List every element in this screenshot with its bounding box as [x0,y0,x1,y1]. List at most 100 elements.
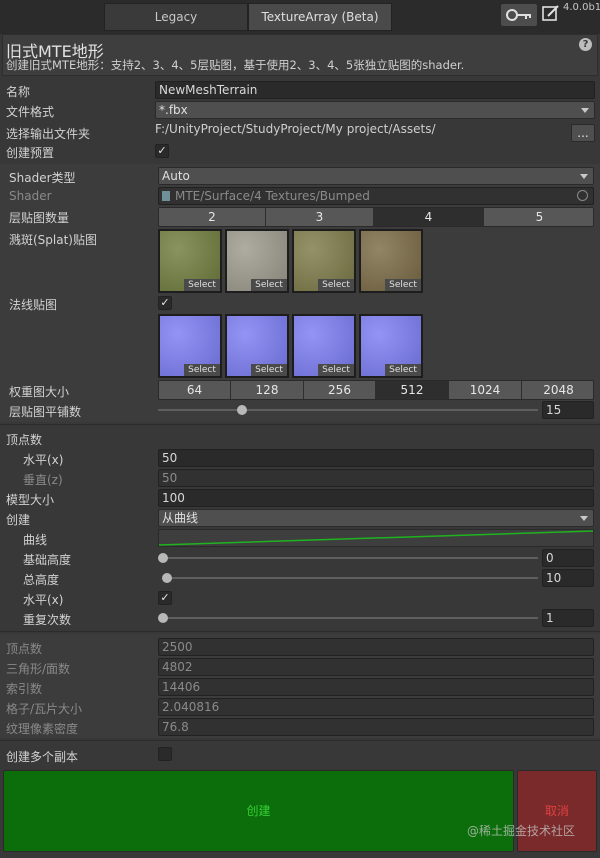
create-mode-dropdown[interactable]: 从曲线 [158,509,594,527]
chevron-down-icon [580,516,588,521]
stat-grid-label: 格子/瓦片大小 [6,702,83,716]
normal-texture-slot[interactable]: Select [158,314,222,378]
tab-texture-array[interactable]: TextureArray (Beta) [248,3,392,31]
weight-option-256[interactable]: 256 [304,381,376,399]
create-mode-value: 从曲线 [162,511,199,525]
tiling-slider-handle[interactable] [236,405,247,415]
normal-texture-slot[interactable]: Select [292,314,356,378]
output-folder-path: F:/UnityProject/StudyProject/My project/… [155,122,436,136]
repeat-slider-handle[interactable] [158,613,168,623]
divider [0,631,600,632]
page-description: 创建旧式MTE地形：支持2、3、4、5层贴图，基于使用2、3、4、5张独立贴图的… [6,58,465,72]
vertex-count-label: 顶点数 [6,433,43,447]
normal-select-button[interactable]: Select [385,364,421,376]
curve-line [158,530,594,546]
shader-type-dropdown[interactable]: Auto [158,167,594,185]
shader-file-icon [162,191,170,201]
tiling-slider-track[interactable] [158,409,538,411]
normal-map-label: 法线贴图 [9,298,58,312]
vertical-label: 垂直(z) [23,473,63,487]
normal-texture-slot[interactable]: Select [225,314,289,378]
repeat-count-input[interactable]: 1 [542,609,594,627]
model-size-label: 模型大小 [6,493,55,507]
format-label: 文件格式 [6,105,55,119]
layer-option-3[interactable]: 3 [266,208,374,226]
prefab-label: 创建预置 [6,146,55,160]
divider [0,740,600,741]
horizontal-input[interactable]: 50 [158,449,594,467]
total-height-label: 总高度 [23,573,60,587]
stat-density-value: 76.8 [158,718,594,736]
splat-select-button[interactable]: Select [385,279,421,291]
multiple-copies-checkbox[interactable] [158,747,172,761]
edit-button[interactable] [541,3,561,23]
tab-legacy[interactable]: Legacy [104,3,248,31]
watermark: @稀土掘金技术社区 [467,824,576,838]
normal-textures: Select Select Select Select [158,314,428,380]
layer-option-5[interactable]: 5 [484,208,593,226]
shader-type-value: Auto [162,169,190,183]
name-input[interactable]: NewMeshTerrain [155,81,595,99]
horizontal-flip-label: 水平(x) [23,593,64,607]
total-height-input[interactable]: 10 [542,569,594,587]
layer-option-4[interactable]: 4 [374,208,484,226]
layer-count-label: 层贴图数量 [9,211,70,225]
base-height-input[interactable]: 0 [542,549,594,567]
normal-select-button[interactable]: Select [251,364,287,376]
splat-textures: Select Select Select Select [158,229,428,295]
weight-option-128[interactable]: 128 [231,381,304,399]
normal-select-button[interactable]: Select [184,364,220,376]
shader-label: Shader [9,189,52,203]
layer-count-selector: 2 3 4 5 [158,207,594,227]
weight-option-64[interactable]: 64 [159,381,231,399]
format-dropdown[interactable]: *.fbx [155,101,595,119]
browse-button[interactable]: ... [571,124,595,142]
chevron-down-icon [581,108,589,113]
stat-vertices-value: 2500 [158,638,594,656]
divider [0,424,600,425]
normal-texture-slot[interactable]: Select [359,314,423,378]
cancel-button[interactable]: 取消 [517,770,597,852]
normal-select-button[interactable]: Select [318,364,354,376]
vertical-input: 50 [158,469,594,487]
object-picker-icon[interactable] [577,190,588,201]
weight-option-512[interactable]: 512 [376,381,449,399]
key-button[interactable] [500,3,538,27]
splat-texture-slot[interactable]: Select [225,229,289,293]
base-height-slider-handle[interactable] [158,553,168,563]
splat-select-button[interactable]: Select [318,279,354,291]
splat-select-button[interactable]: Select [251,279,287,291]
layer-option-2[interactable]: 2 [159,208,266,226]
stat-triangles-label: 三角形/面数 [6,662,71,676]
splat-texture-slot[interactable]: Select [158,229,222,293]
splat-texture-slot[interactable]: Select [359,229,423,293]
curve-label: 曲线 [23,533,48,547]
prefab-checkbox[interactable]: ✓ [155,144,169,158]
splat-select-button[interactable]: Select [184,279,220,291]
base-height-label: 基础高度 [23,553,72,567]
weight-option-2048[interactable]: 2048 [522,381,593,399]
help-icon[interactable]: ? [579,38,592,51]
normal-map-checkbox[interactable]: ✓ [158,296,172,310]
horizontal-flip-checkbox[interactable]: ✓ [158,591,172,605]
create-button[interactable]: 创建 [3,770,514,852]
repeat-slider-track[interactable] [163,617,538,619]
curve-field[interactable] [158,529,594,547]
stat-triangles-value: 4802 [158,658,594,676]
splat-texture-slot[interactable]: Select [292,229,356,293]
total-height-slider-track[interactable] [163,577,538,579]
shader-type-label: Shader类型 [9,171,76,185]
model-size-input[interactable]: 100 [158,489,594,507]
horizontal-label: 水平(x) [23,453,64,467]
stat-density-label: 纹理像素密度 [6,722,79,736]
format-value: *.fbx [159,103,188,117]
weight-option-1024[interactable]: 1024 [449,381,522,399]
tiling-input[interactable]: 15 [542,401,594,419]
repeat-count-label: 重复次数 [23,613,72,627]
tiling-label: 层贴图平铺数 [9,405,82,419]
base-height-slider-track[interactable] [163,557,538,559]
total-height-slider-handle[interactable] [162,573,172,583]
weight-size-selector: 64 128 256 512 1024 2048 [158,380,594,400]
stat-grid-value: 2.040816 [158,698,594,716]
create-mode-label: 创建 [6,513,31,527]
